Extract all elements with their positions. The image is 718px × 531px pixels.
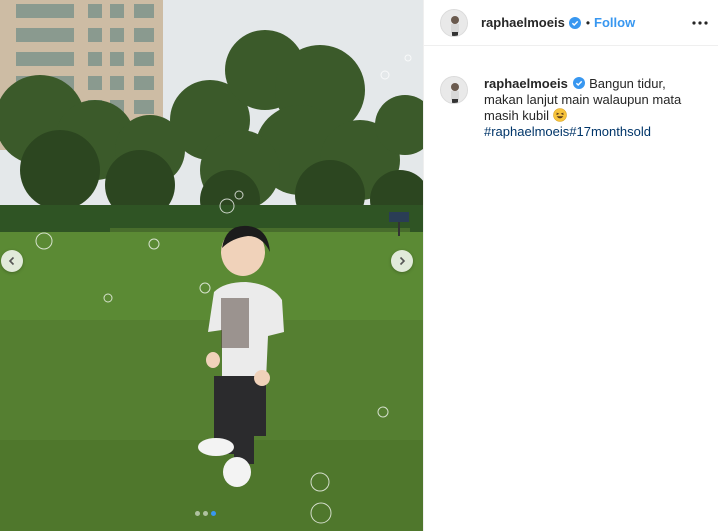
chevron-right-icon: [399, 256, 406, 266]
verified-badge-icon: [573, 77, 586, 89]
carousel-dot: [195, 511, 200, 516]
post-media[interactable]: [0, 0, 423, 531]
caption-text-block: raphaelmoeis Bangun tidur, makan lanjut …: [484, 76, 704, 140]
username[interactable]: raphaelmoeis: [481, 15, 565, 30]
grinning-squinting-face-icon: [552, 108, 567, 122]
caption-avatar[interactable]: [440, 76, 468, 104]
avatar[interactable]: [440, 8, 468, 37]
separator-dot: •: [585, 15, 591, 30]
verified-badge-icon: [568, 16, 581, 29]
caption-username[interactable]: raphaelmoeis: [484, 76, 568, 91]
caption: raphaelmoeis Bangun tidur, makan lanjut …: [440, 76, 710, 140]
previous-slide-button[interactable]: [1, 250, 23, 272]
carousel-dot: [203, 511, 208, 516]
chevron-left-icon: [8, 256, 15, 266]
post-photo: [0, 0, 423, 531]
more-options-button[interactable]: [691, 14, 709, 32]
more-horizontal-icon: [692, 21, 708, 25]
post-header: raphaelmoeis • Follow: [424, 0, 718, 46]
carousel-indicator: [195, 511, 216, 516]
profile-picture: [441, 77, 467, 103]
post-side-panel: raphaelmoeis • Follow raphaelmoeis Bangu…: [423, 0, 718, 531]
next-slide-button[interactable]: [391, 250, 413, 272]
caption-hashtags: #raphaelmoeis#17monthsold: [484, 124, 704, 140]
follow-button[interactable]: Follow: [594, 15, 635, 30]
carousel-dot-active: [211, 511, 216, 516]
hashtag-link[interactable]: #raphaelmoeis: [484, 124, 569, 139]
hashtag-link[interactable]: #17monthsold: [569, 124, 651, 139]
instagram-post-modal: raphaelmoeis • Follow raphaelmoeis Bangu…: [0, 0, 718, 531]
profile-picture: [441, 9, 467, 36]
